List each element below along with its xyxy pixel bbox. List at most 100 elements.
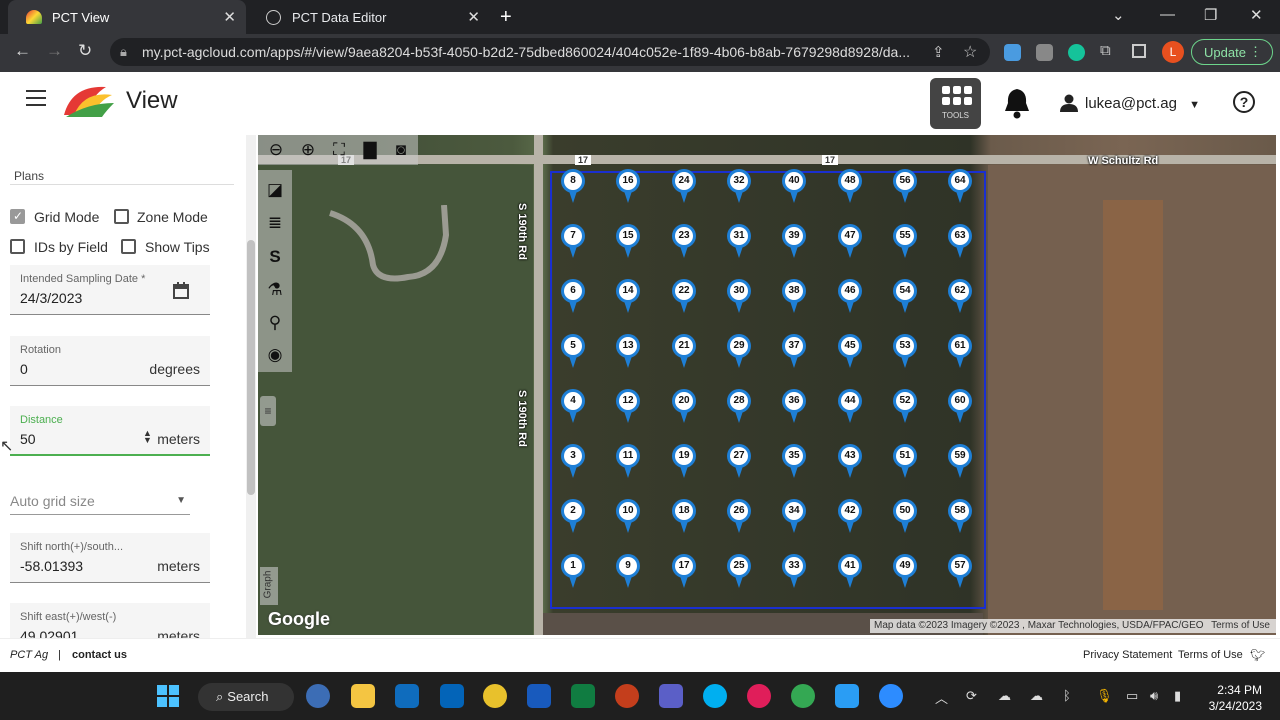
- sample-marker[interactable]: 31: [727, 224, 751, 258]
- ids-by-field-checkbox[interactable]: [10, 239, 25, 254]
- target-icon[interactable]: ◉: [260, 340, 290, 370]
- sample-marker[interactable]: 33: [782, 554, 806, 588]
- sample-marker[interactable]: 7: [561, 224, 585, 258]
- close-tab-icon[interactable]: ✕: [223, 8, 236, 26]
- sample-marker[interactable]: 34: [782, 499, 806, 533]
- file-explorer-icon[interactable]: [351, 684, 375, 708]
- taskbar-search[interactable]: ⌕ Search: [198, 683, 294, 711]
- sample-marker[interactable]: 62: [948, 279, 972, 313]
- sample-marker[interactable]: 39: [782, 224, 806, 258]
- sample-marker[interactable]: 4: [561, 389, 585, 423]
- lock-icon[interactable]: 🔒︎: [120, 44, 127, 60]
- grid-mode-checkbox[interactable]: [10, 209, 25, 224]
- soil-s-icon[interactable]: S: [260, 242, 290, 272]
- tools-button[interactable]: TOOLS: [930, 78, 981, 129]
- satellite-map[interactable]: W Schultz Rd S 190th Rd S 190th Rd 17 17…: [258, 135, 1276, 635]
- share-icon[interactable]: ⇪: [932, 43, 945, 61]
- new-tab-button[interactable]: +: [500, 6, 512, 29]
- volume-icon[interactable]: 🔊︎: [1150, 688, 1158, 704]
- url-text[interactable]: my.pct-agcloud.com/apps/#/view/9aea8204-…: [142, 44, 922, 60]
- sample-marker[interactable]: 14: [616, 279, 640, 313]
- panel-scrollbar-thumb[interactable]: [247, 240, 255, 495]
- sample-marker[interactable]: 21: [672, 334, 696, 368]
- minimize-button[interactable]: —: [1160, 6, 1175, 23]
- tray-chevron-icon[interactable]: ︿: [935, 688, 948, 707]
- sample-marker[interactable]: 36: [782, 389, 806, 423]
- profile-avatar[interactable]: L: [1162, 41, 1184, 63]
- outlook-icon[interactable]: [440, 684, 464, 708]
- twitter-icon[interactable]: 🐦︎: [1250, 648, 1265, 662]
- slack-icon[interactable]: [747, 684, 771, 708]
- zoom-icon[interactable]: [879, 684, 903, 708]
- sample-marker[interactable]: 12: [616, 389, 640, 423]
- sample-marker[interactable]: 29: [727, 334, 751, 368]
- shift-east-field[interactable]: Shift east(+)/west(-) 49.02901 meters: [10, 603, 210, 638]
- zoom-in-icon[interactable]: ⊕: [293, 135, 323, 165]
- sample-marker[interactable]: 8: [561, 169, 585, 203]
- sample-marker[interactable]: 43: [838, 444, 862, 478]
- sample-marker[interactable]: 59: [948, 444, 972, 478]
- onedrive-icon[interactable]: ☁: [998, 688, 1011, 704]
- sample-marker[interactable]: 6: [561, 279, 585, 313]
- sample-marker[interactable]: 61: [948, 334, 972, 368]
- sample-marker[interactable]: 38: [782, 279, 806, 313]
- sample-marker[interactable]: 60: [948, 389, 972, 423]
- bookmark-star-icon[interactable]: ☆: [963, 42, 977, 62]
- sample-marker[interactable]: 58: [948, 499, 972, 533]
- user-icon[interactable]: [1060, 94, 1078, 112]
- shift-north-field[interactable]: Shift north(+)/south... -58.01393 meters: [10, 533, 210, 583]
- bluetooth-icon[interactable]: ᛒ: [1063, 688, 1071, 703]
- sample-marker[interactable]: 54: [893, 279, 917, 313]
- windows-start-icon[interactable]: [157, 685, 179, 707]
- sample-marker[interactable]: 9: [616, 554, 640, 588]
- settings-app-icon[interactable]: [306, 684, 330, 708]
- photos-icon[interactable]: [835, 684, 859, 708]
- sample-marker[interactable]: 52: [893, 389, 917, 423]
- sample-marker[interactable]: 51: [893, 444, 917, 478]
- sample-marker[interactable]: 17: [672, 554, 696, 588]
- side-panel-icon[interactable]: [1132, 44, 1146, 58]
- sample-marker[interactable]: 53: [893, 334, 917, 368]
- tab-search-icon[interactable]: ⌄: [1112, 6, 1125, 24]
- drag-handle-icon[interactable]: ≡: [260, 396, 276, 426]
- excel-icon[interactable]: [571, 684, 595, 708]
- sample-marker[interactable]: 13: [616, 334, 640, 368]
- user-menu[interactable]: lukea@pct.ag ▼: [1085, 95, 1200, 112]
- sample-marker[interactable]: 63: [948, 224, 972, 258]
- sample-marker[interactable]: 11: [616, 444, 640, 478]
- sample-marker[interactable]: 22: [672, 279, 696, 313]
- person-pin-icon[interactable]: ⚲: [260, 308, 290, 338]
- reload-button[interactable]: ↻: [78, 41, 92, 61]
- sample-marker[interactable]: 1: [561, 554, 585, 588]
- sample-marker[interactable]: 10: [616, 499, 640, 533]
- chrome-icon[interactable]: [483, 684, 507, 708]
- restore-button[interactable]: ❐: [1204, 6, 1217, 24]
- extension-cloud-icon[interactable]: [1004, 44, 1021, 61]
- sample-marker[interactable]: 28: [727, 389, 751, 423]
- word-icon[interactable]: [527, 684, 551, 708]
- forward-button[interactable]: →: [46, 41, 63, 61]
- sample-marker[interactable]: 20: [672, 389, 696, 423]
- sample-marker[interactable]: 45: [838, 334, 862, 368]
- sample-marker[interactable]: 15: [616, 224, 640, 258]
- show-tips-checkbox[interactable]: [121, 239, 136, 254]
- grammarly-icon[interactable]: [1068, 44, 1085, 61]
- cloud-icon[interactable]: ☁: [1030, 688, 1043, 704]
- sample-marker[interactable]: 47: [838, 224, 862, 258]
- sample-marker[interactable]: 27: [727, 444, 751, 478]
- sample-marker[interactable]: 25: [727, 554, 751, 588]
- layers-icon[interactable]: ≣: [260, 208, 290, 238]
- sample-marker[interactable]: 49: [893, 554, 917, 588]
- sample-marker[interactable]: 3: [561, 444, 585, 478]
- menu-icon[interactable]: [26, 90, 46, 106]
- notification-bell-icon[interactable]: [1003, 87, 1031, 119]
- close-tab-icon[interactable]: ✕: [467, 8, 480, 26]
- sample-marker[interactable]: 5: [561, 334, 585, 368]
- calendar-icon[interactable]: [173, 282, 189, 299]
- map-terms-link[interactable]: Terms of Use: [1211, 620, 1270, 631]
- close-window-button[interactable]: ✕: [1250, 6, 1263, 24]
- sample-marker[interactable]: 50: [893, 499, 917, 533]
- sample-marker[interactable]: 18: [672, 499, 696, 533]
- tab-pct-view[interactable]: PCT View ✕: [8, 0, 246, 34]
- sample-marker[interactable]: 30: [727, 279, 751, 313]
